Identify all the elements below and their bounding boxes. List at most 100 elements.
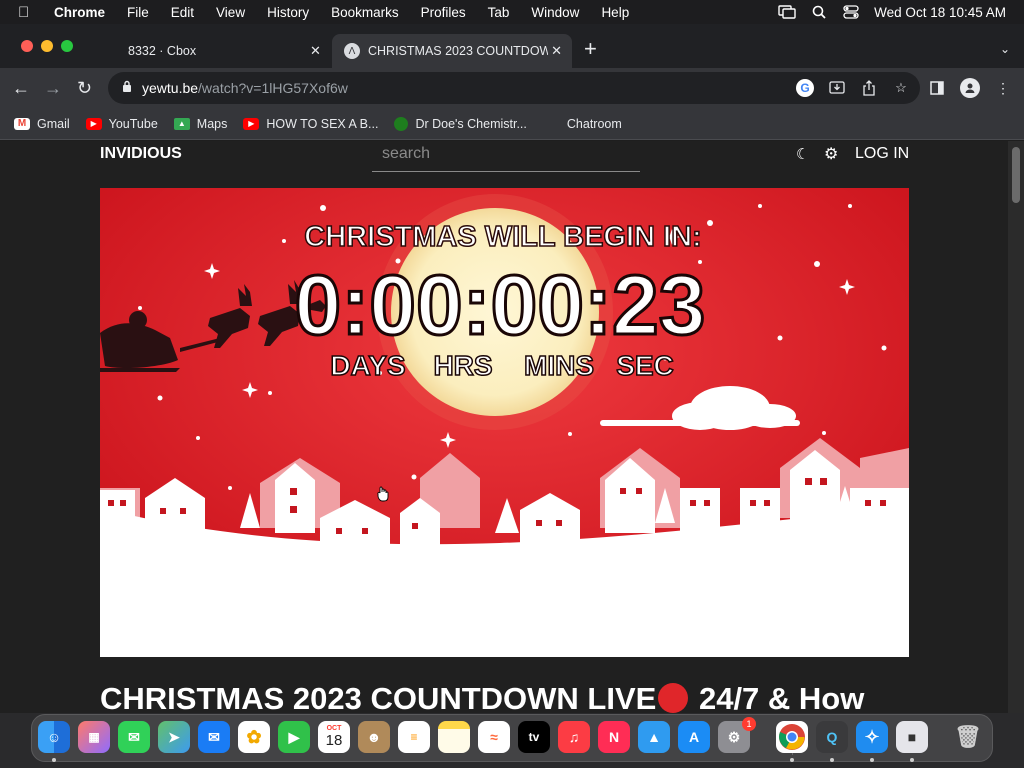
address-bar[interactable]: yewtu.be/watch?v=1lHG57Xof6w G ☆ — [108, 72, 920, 104]
lock-icon[interactable] — [122, 80, 136, 96]
news-icon[interactable]: N — [598, 721, 630, 753]
bookmark-star-icon[interactable]: ☆ — [892, 79, 910, 97]
search-input[interactable]: search — [372, 141, 640, 172]
menu-bookmarks[interactable]: Bookmarks — [331, 5, 399, 20]
new-tab-button[interactable]: + — [584, 38, 597, 60]
unit-days: DAYS — [330, 350, 405, 381]
menu-bar:  Chrome File Edit View History Bookmark… — [0, 0, 1024, 24]
bookmark-maps[interactable]: ▲ Maps — [173, 117, 227, 131]
calendar-icon[interactable]: OCT 18 — [318, 721, 350, 753]
photos-icon[interactable]: ✿ — [238, 721, 270, 753]
page-scrollbar[interactable] — [1008, 141, 1024, 713]
notes-icon[interactable] — [438, 721, 470, 753]
invidious-favicon-icon: Λ — [344, 43, 360, 59]
unit-minutes: MINS — [524, 350, 594, 381]
chrome-icon[interactable] — [776, 721, 808, 753]
window-close-button[interactable] — [21, 40, 33, 52]
control-center-icon[interactable] — [842, 5, 860, 19]
window-minimize-button[interactable] — [41, 40, 53, 52]
countdown-timer: 0:00:00:23 — [295, 258, 706, 352]
quicktime-icon[interactable]: Q — [816, 721, 848, 753]
tab-title: CHRISTMAS 2023 COUNTDOWN — [368, 44, 548, 58]
menu-profiles[interactable]: Profiles — [421, 5, 466, 20]
app-store-icon[interactable]: A — [678, 721, 710, 753]
share-icon[interactable] — [860, 79, 878, 97]
freeform-icon[interactable]: ≈ — [478, 721, 510, 753]
login-link[interactable]: LOG IN — [855, 145, 909, 163]
kebab-menu-icon[interactable]: ⋮ — [994, 78, 1012, 98]
running-indicator — [830, 758, 834, 762]
youtube-icon: ▶ — [85, 117, 102, 130]
finder-icon[interactable]: ☺ — [38, 721, 70, 753]
youtube-icon: ▶ — [243, 117, 260, 130]
install-app-icon[interactable] — [828, 79, 846, 97]
dock: ☺ ▦ ✉ ➤ ✉ ✿ ▶ OCT 18 ☻ ≡ ≈ tv ♫ N ▲ A ⚙ 1… — [31, 714, 993, 762]
reminders-icon[interactable]: ≡ — [398, 721, 430, 753]
reload-icon[interactable]: ↻ — [77, 78, 92, 98]
video-frame-illustration: CHRISTMAS WILL BEGIN IN: 0:00:00:23 DAYS… — [100, 188, 909, 657]
back-arrow-icon[interactable]: ← — [12, 78, 30, 98]
apple-menu-icon[interactable]:  — [18, 4, 38, 21]
tab-christmas-countdown[interactable]: Λ CHRISTMAS 2023 COUNTDOWN ✕ — [332, 34, 572, 68]
site-favicon-icon — [394, 116, 409, 131]
bookmark-how-to[interactable]: ▶ HOW TO SEX A B... — [243, 117, 378, 131]
scrollbar-thumb[interactable] — [1012, 147, 1020, 203]
launchpad-icon[interactable]: ▦ — [78, 721, 110, 753]
keynote-icon[interactable]: ▲ — [638, 721, 670, 753]
tab-title: 8332 · Cbox — [128, 44, 197, 58]
contacts-icon[interactable]: ☻ — [358, 721, 390, 753]
tab-search-chevron-icon[interactable]: ⌄ — [1000, 42, 1010, 56]
messages-icon[interactable]: ✉ — [118, 721, 150, 753]
side-panel-icon[interactable] — [928, 78, 946, 98]
window-zoom-button[interactable] — [61, 40, 73, 52]
video-player[interactable]: CHRISTMAS WILL BEGIN IN: 0:00:00:23 DAYS… — [100, 188, 909, 657]
profile-avatar-icon[interactable] — [960, 78, 980, 98]
bookmark-chatroom[interactable]: Chatroom — [567, 117, 622, 131]
facetime-icon[interactable]: ▶ — [278, 721, 310, 753]
roblox-icon[interactable]: ■ — [896, 721, 928, 753]
bookmark-youtube[interactable]: ▶ YouTube — [85, 117, 158, 131]
running-indicator — [790, 758, 794, 762]
bookmarks-bar: M Gmail ▶ YouTube ▲ Maps ▶ HOW TO SEX A B...… — [0, 108, 1024, 140]
menu-app-chrome[interactable]: Chrome — [54, 5, 105, 20]
mail-icon[interactable]: ✉ — [198, 721, 230, 753]
countdown-heading: CHRISTMAS WILL BEGIN IN: — [304, 221, 701, 253]
tab-close-icon[interactable]: ✕ — [310, 43, 321, 59]
apple-tv-icon[interactable]: tv — [518, 721, 550, 753]
tab-strip: 8332 · Cbox ✕ Λ CHRISTMAS 2023 COUNTDOWN… — [0, 24, 1024, 68]
music-icon[interactable]: ♫ — [558, 721, 590, 753]
menu-history[interactable]: History — [267, 5, 309, 20]
hand-cursor-icon — [377, 486, 389, 502]
maps-app-icon[interactable]: ➤ — [158, 721, 190, 753]
page-content: INVIDIOUS search ☾ ⚙ LOG IN CHRISTMAS WI… — [0, 141, 1008, 713]
notification-badge: 1 — [742, 717, 756, 731]
settings-gear-icon[interactable]: ⚙ — [824, 144, 838, 164]
safari-icon[interactable]: ✧ — [856, 721, 888, 753]
video-title: CHRISTMAS 2023 COUNTDOWN LIVE 24/7 & How — [100, 681, 865, 713]
bookmark-gmail[interactable]: M Gmail — [14, 117, 70, 131]
menu-file[interactable]: File — [127, 5, 149, 20]
trash-icon[interactable]: 🗑 — [952, 721, 984, 753]
tab-cbox[interactable]: 8332 · Cbox ✕ — [128, 34, 328, 68]
spotlight-search-icon[interactable] — [810, 5, 828, 19]
tab-close-icon[interactable]: ✕ — [551, 43, 562, 59]
system-settings-icon[interactable]: ⚙ 1 — [718, 717, 756, 753]
invidious-logo[interactable]: INVIDIOUS — [100, 145, 182, 163]
maps-icon: ▲ — [173, 117, 190, 130]
unit-hours: HRS — [433, 350, 492, 381]
menu-view[interactable]: View — [216, 5, 245, 20]
menu-tab[interactable]: Tab — [488, 5, 510, 20]
browser-toolbar: ← → ↻ yewtu.be/watch?v=1lHG57Xof6w G ☆ ⋮ — [0, 68, 1024, 108]
screen-mirroring-icon[interactable] — [778, 5, 796, 19]
bookmark-dr-doe[interactable]: Dr Doe's Chemistr... — [394, 116, 527, 131]
dark-mode-moon-icon[interactable]: ☾ — [796, 145, 809, 163]
menu-help[interactable]: Help — [601, 5, 629, 20]
forward-arrow-icon[interactable]: → — [44, 78, 62, 98]
google-lens-icon[interactable]: G — [796, 79, 814, 97]
gmail-icon: M — [14, 117, 30, 130]
red-circle-emoji-icon — [658, 683, 689, 713]
menu-window[interactable]: Window — [531, 5, 579, 20]
menu-edit[interactable]: Edit — [171, 5, 194, 20]
url-text[interactable]: yewtu.be/watch?v=1lHG57Xof6w — [142, 80, 348, 96]
menubar-clock[interactable]: Wed Oct 18 10:45 AM — [874, 5, 1006, 20]
